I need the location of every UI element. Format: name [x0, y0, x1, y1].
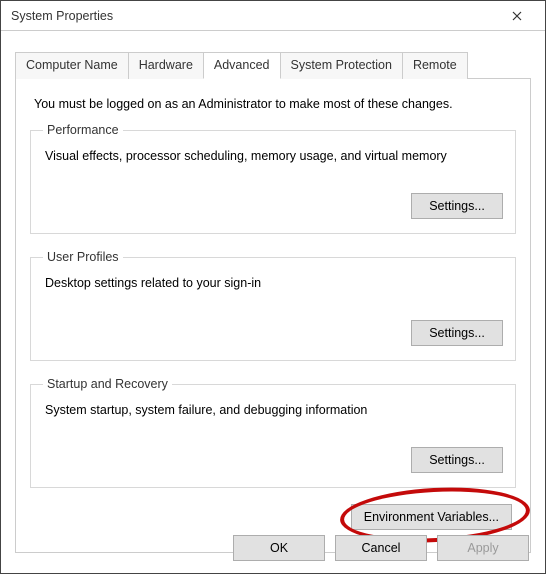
ok-button[interactable]: OK: [233, 535, 325, 561]
group-performance: Performance Visual effects, processor sc…: [30, 123, 516, 234]
system-properties-window: System Properties Computer Name Hardware…: [0, 0, 546, 574]
environment-variables-button[interactable]: Environment Variables...: [351, 504, 512, 530]
dialog-footer: OK Cancel Apply: [233, 535, 529, 561]
content-area: Computer Name Hardware Advanced System P…: [1, 31, 545, 563]
tab-body-advanced: You must be logged on as an Administrato…: [15, 79, 531, 553]
startup-recovery-desc: System startup, system failure, and debu…: [45, 403, 503, 417]
environment-variables-row: Environment Variables...: [30, 504, 512, 530]
close-button[interactable]: [497, 2, 537, 30]
legend-startup-recovery: Startup and Recovery: [43, 377, 172, 391]
window-title: System Properties: [11, 9, 113, 23]
performance-desc: Visual effects, processor scheduling, me…: [45, 149, 503, 163]
titlebar: System Properties: [1, 1, 545, 31]
group-startup-recovery: Startup and Recovery System startup, sys…: [30, 377, 516, 488]
tab-remote[interactable]: Remote: [402, 52, 468, 79]
tab-strip: Computer Name Hardware Advanced System P…: [15, 51, 531, 79]
admin-notice: You must be logged on as an Administrato…: [34, 97, 512, 111]
tab-advanced[interactable]: Advanced: [203, 52, 281, 79]
tab-system-protection[interactable]: System Protection: [280, 52, 403, 79]
legend-performance: Performance: [43, 123, 123, 137]
cancel-button[interactable]: Cancel: [335, 535, 427, 561]
legend-user-profiles: User Profiles: [43, 250, 123, 264]
performance-settings-button[interactable]: Settings...: [411, 193, 503, 219]
user-profiles-desc: Desktop settings related to your sign-in: [45, 276, 503, 290]
user-profiles-settings-button[interactable]: Settings...: [411, 320, 503, 346]
tab-hardware[interactable]: Hardware: [128, 52, 204, 79]
group-user-profiles: User Profiles Desktop settings related t…: [30, 250, 516, 361]
close-icon: [512, 11, 522, 21]
startup-recovery-settings-button[interactable]: Settings...: [411, 447, 503, 473]
apply-button[interactable]: Apply: [437, 535, 529, 561]
tab-computer-name[interactable]: Computer Name: [15, 52, 129, 79]
